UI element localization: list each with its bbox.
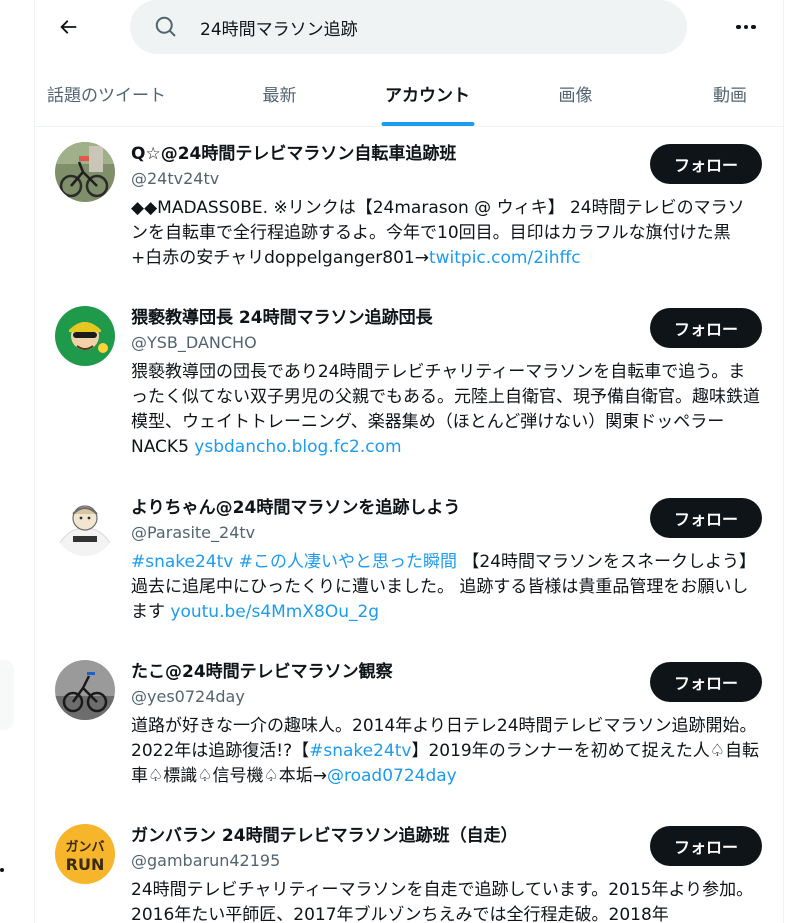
left-edge-dot	[0, 868, 4, 872]
avatar-image	[55, 660, 115, 720]
tab-label: 最新	[262, 85, 297, 106]
tab-images[interactable]: 画像	[474, 60, 677, 126]
follow-button[interactable]: フォロー	[650, 498, 762, 538]
follow-button[interactable]: フォロー	[650, 826, 762, 866]
user-bio: ◆◆MADASS0BE. ※リンクは【24marason @ ウィキ】 24時間…	[131, 196, 761, 271]
tab-videos[interactable]: 動画	[677, 60, 783, 126]
arrow-left-icon	[60, 20, 77, 34]
user-handle[interactable]: @YSB_DANCHO	[131, 332, 257, 354]
user-cell[interactable]: ガンバ RUN ガンバラン 24時間テレビマラソン追跡班（自走） @gambar…	[35, 824, 783, 923]
bio-hashtag[interactable]: #この人凄いやと思った瞬間	[239, 552, 457, 572]
user-bio: 道路が好きな一介の趣味人。2014年より日テレ24時間テレビマラソン追跡開始。2…	[131, 714, 761, 789]
user-handle[interactable]: @Parasite_24tv	[131, 522, 255, 544]
avatar[interactable]	[55, 660, 115, 720]
bio-link[interactable]: ysbdancho.blog.fc2.com	[194, 437, 401, 457]
bio-text: 24時間テレビチャリティーマラソンを自走で追跡しています。2015年より参加。2…	[131, 880, 754, 923]
user-display-name[interactable]: Q☆@24時間テレビマラソン自転車追跡班	[131, 142, 456, 166]
back-button[interactable]	[47, 6, 89, 48]
search-input[interactable]	[200, 13, 660, 41]
search-tabs: 話題のツイート 最新 アカウント 画像 動画	[35, 60, 783, 127]
avatar-logo-text-1: ガンバ	[65, 840, 104, 855]
user-handle[interactable]: @24tv24tv	[131, 168, 219, 190]
avatar-image: ガンバ RUN	[55, 824, 115, 884]
tab-label: 画像	[558, 85, 593, 106]
user-bio: 猥褻教導団の団長であり24時間テレビチャリティーマラソンを自転車で追う。まったく…	[131, 360, 761, 460]
avatar-logo-text-2: RUN	[66, 855, 105, 874]
user-display-name[interactable]: よりちゃん@24時間マラソンを追跡しよう	[131, 496, 460, 520]
tab-label: アカウント	[385, 85, 470, 106]
user-bio: #snake24tv #この人凄いやと思った瞬間 【24時間マラソンをスネークし…	[131, 550, 761, 625]
follow-button[interactable]: フォロー	[650, 662, 762, 702]
user-handle[interactable]: @yes0724day	[131, 686, 245, 708]
tab-top-tweets[interactable]: 話題のツイート	[35, 60, 178, 126]
avatar[interactable]	[55, 306, 115, 366]
dot	[743, 24, 749, 30]
search-icon	[155, 16, 176, 37]
user-cell[interactable]: 猥褻教導団長 24時間マラソン追跡団長 @YSB_DANCHO フォロー 猥褻教…	[35, 306, 783, 471]
avatar[interactable]: ガンバ RUN	[55, 824, 115, 884]
user-cell[interactable]: たこ@24時間テレビマラソン観察 @yes0724day フォロー 道路が好きな…	[35, 660, 783, 800]
avatar-image	[55, 142, 115, 202]
avatar[interactable]	[55, 496, 115, 556]
search-header	[35, 0, 783, 55]
more-options-button[interactable]	[725, 6, 767, 48]
user-cell[interactable]: Q☆@24時間テレビマラソン自転車追跡班 @24tv24tv フォロー ◆◆MA…	[35, 142, 783, 282]
bio-link[interactable]: youtu.be/s4MmX8Ou_2g	[170, 602, 379, 622]
user-bio: 24時間テレビチャリティーマラソンを自走で追跡しています。2015年より参加。2…	[131, 878, 761, 923]
dot	[751, 24, 756, 30]
user-display-name[interactable]: たこ@24時間テレビマラソン観察	[131, 660, 393, 684]
dot	[736, 24, 741, 30]
avatar-image	[55, 306, 115, 366]
follow-button[interactable]: フォロー	[650, 144, 762, 184]
user-handle[interactable]: @gambarun42195	[131, 850, 280, 872]
left-edge-panel	[0, 660, 14, 730]
user-display-name[interactable]: ガンバラン 24時間テレビマラソン追跡班（自走）	[131, 824, 518, 848]
tab-label: 話題のツイート	[47, 85, 166, 106]
bio-link[interactable]: twitpic.com/2ihffc	[429, 248, 581, 268]
bio-link[interactable]: @road0724day	[327, 766, 457, 786]
search-box[interactable]	[130, 0, 687, 54]
follow-button[interactable]: フォロー	[650, 308, 762, 348]
tab-latest[interactable]: 最新	[178, 60, 381, 126]
bio-hashtag[interactable]: #snake24tv	[131, 552, 233, 572]
bio-hashtag[interactable]: #snake24tv	[309, 741, 411, 761]
tab-label: 動画	[713, 85, 747, 106]
user-cell[interactable]: よりちゃん@24時間マラソンを追跡しよう @Parasite_24tv フォロー…	[35, 496, 783, 636]
tab-accounts[interactable]: アカウント	[381, 60, 474, 126]
user-display-name[interactable]: 猥褻教導団長 24時間マラソン追跡団長	[131, 306, 433, 330]
avatar[interactable]	[55, 142, 115, 202]
active-tab-indicator	[381, 122, 474, 126]
avatar-image	[55, 496, 115, 556]
